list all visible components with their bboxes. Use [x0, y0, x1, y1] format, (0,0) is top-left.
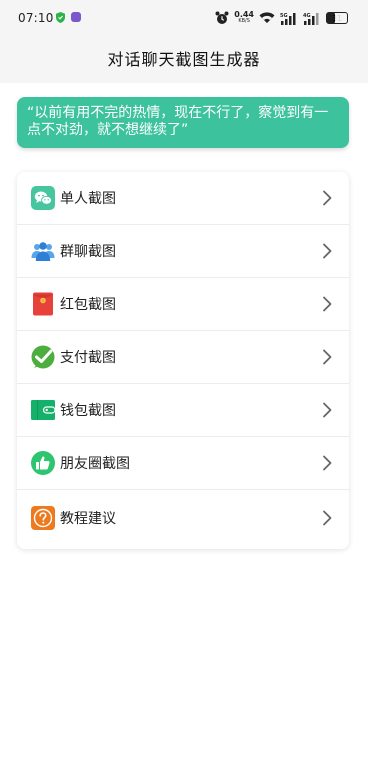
thumbs-up-icon — [31, 451, 55, 475]
app-header: 对话聊天截图生成器 — [0, 36, 368, 83]
signal-5g-icon: 5G — [280, 12, 296, 25]
menu-item-red-packet[interactable]: 红包截图 — [17, 278, 349, 331]
menu-item-label: 红包截图 — [60, 297, 116, 313]
menu-item-label: 支付截图 — [60, 350, 116, 366]
menu-item-tutorial-feedback[interactable]: 教程建议 — [17, 490, 349, 545]
menu-item-moments[interactable]: 朋友圈截图 — [17, 437, 349, 490]
quote-banner: “以前有用不完的热情，现在不行了，察觉到有一点不对劲，就不想继续了” — [17, 97, 349, 148]
menu-item-label: 单人截图 — [60, 191, 116, 207]
battery-icon: 31 — [326, 12, 348, 24]
group-people-icon — [31, 242, 55, 261]
speed-unit: KB/S — [238, 18, 250, 24]
chevron-right-icon — [323, 296, 332, 312]
quote-text: “以前有用不完的热情，现在不行了，察觉到有一点不对劲，就不想继续了” — [27, 105, 329, 138]
status-time: 07:10 — [18, 11, 54, 25]
menu-item-label: 群聊截图 — [60, 244, 116, 260]
status-bar: 07:10 0.44 KB/S 5G 4G 31 — [0, 0, 368, 36]
menu-item-single-chat[interactable]: 单人截图 — [17, 172, 349, 225]
menu-item-label: 教程建议 — [60, 510, 116, 527]
menu-item-label: 钱包截图 — [60, 403, 116, 419]
chevron-right-icon — [323, 510, 332, 525]
menu-item-wallet[interactable]: 钱包截图 — [17, 384, 349, 437]
chevron-right-icon — [323, 455, 332, 471]
signal-4g-icon: 4G — [303, 12, 319, 25]
alarm-icon — [215, 11, 229, 24]
net-label-5g: 5G — [280, 13, 288, 19]
menu-list: 单人截图 群聊截图 红包截图 支付截图 钱包截图 朋友圈截图 教程建议 — [17, 172, 349, 549]
menu-item-payment[interactable]: 支付截图 — [17, 331, 349, 384]
chevron-right-icon — [323, 190, 332, 206]
shield-icon — [56, 12, 65, 23]
chevron-right-icon — [323, 243, 332, 259]
battery-level: 31 — [331, 14, 343, 23]
payment-check-icon — [31, 345, 55, 369]
wifi-icon — [259, 12, 275, 23]
network-speed: 0.44 KB/S — [234, 11, 254, 25]
question-icon — [31, 505, 55, 530]
chevron-right-icon — [323, 349, 332, 365]
menu-item-label: 朋友圈截图 — [60, 456, 130, 472]
menu-item-group-chat[interactable]: 群聊截图 — [17, 225, 349, 278]
red-packet-icon — [33, 292, 53, 316]
page-title: 对话聊天截图生成器 — [107, 50, 261, 69]
status-icons: 0.44 KB/S 5G 4G 31 — [215, 9, 348, 27]
net-label-4g: 4G — [303, 13, 311, 19]
chevron-right-icon — [323, 402, 332, 418]
wallet-icon — [31, 400, 55, 420]
wechat-chat-icon — [31, 186, 55, 210]
app-notification-icon — [71, 12, 81, 22]
